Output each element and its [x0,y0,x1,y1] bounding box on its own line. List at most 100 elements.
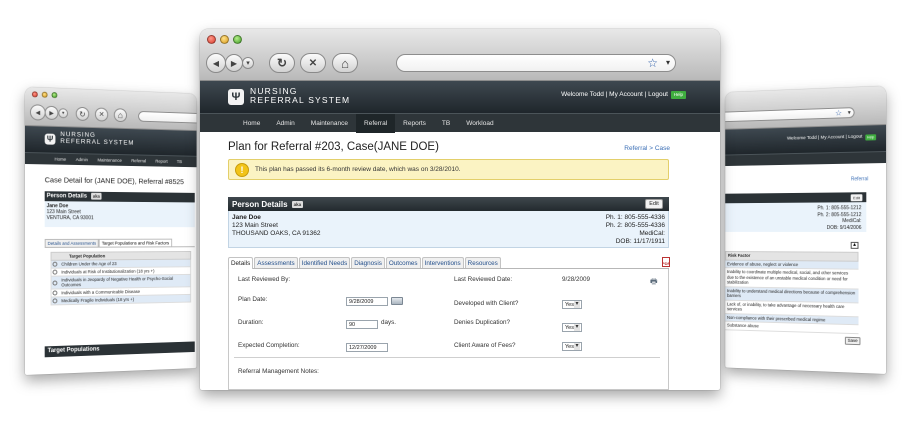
url-bar[interactable]: ☆ ▾ [396,54,676,72]
main-browser-toolbar: ◀ ▶ ▾ ↻ ✕ ⌂ ☆ ▾ [200,29,720,81]
radio-icon[interactable] [52,280,58,286]
form-divider [234,357,660,358]
tab-identified-needs[interactable]: Identified Needs [298,257,351,268]
forward-icon[interactable]: ▶ [225,54,243,72]
collapse-icon[interactable]: ▲ [850,241,859,249]
url-dropdown-icon[interactable]: ▾ [848,109,851,116]
right-site-header: Welcome Todd | My Account | Logout Help [725,125,886,155]
reload-icon[interactable]: ↻ [269,53,295,73]
risk-row[interactable]: Inability to coordinate multiple medical… [725,268,859,290]
aka-badge[interactable]: aka [291,200,304,208]
left-site-header: Ψ Nursing Referral System [25,126,197,156]
denies-duplication-select[interactable]: Yes [562,323,582,332]
home-icon[interactable]: ⌂ [113,108,127,123]
page-title: Case Detail for (JANE DOE), Referral #85… [44,175,184,187]
tab-outcomes[interactable]: Outcomes [385,257,421,268]
dob: DOB: 11/17/1911 [615,238,665,245]
url-bar[interactable] [138,110,197,124]
breadcrumb[interactable]: Referral [851,176,868,182]
radio-icon[interactable] [52,290,58,296]
maximize-dot-icon[interactable] [51,92,58,99]
minimize-dot-icon[interactable] [220,35,229,44]
bookmark-star-icon[interactable]: ☆ [835,109,842,118]
calendar-icon[interactable] [391,297,403,305]
stop-icon[interactable]: ✕ [300,53,326,73]
nav-maintenance[interactable]: Maintenance [93,154,127,166]
help-button[interactable]: Help [865,134,877,141]
target-row[interactable]: Medically Fragile Individuals (18 yrs +) [50,294,192,306]
target-label: Individuals with a Communicable Disease [61,289,141,296]
tab-resources[interactable]: Resources [464,257,501,268]
maximize-dot-icon[interactable] [233,35,242,44]
pdf-icon[interactable]: PDF [662,257,670,267]
help-button[interactable]: Help [670,91,686,99]
expected-completion-input[interactable]: 12/27/2009 [346,343,388,352]
expected-completion-label: Expected Completion: [238,342,300,349]
close-dot-icon[interactable] [207,35,216,44]
nav-admin[interactable]: Admin [268,114,302,133]
tab-diagnosis[interactable]: Diagnosis [351,257,385,268]
client-aware-of-fees-select[interactable]: Yes [562,342,582,351]
breadcrumb[interactable]: Referral > Case [624,145,670,152]
reload-icon[interactable]: ↻ [75,106,90,122]
plan-date-input[interactable]: 9/28/2009 [346,297,388,306]
nav-referral[interactable]: Referral [127,155,151,167]
tab-details-assessments[interactable]: Details and Assessments [44,238,99,247]
logout-link[interactable]: Logout [848,135,862,140]
separator: | [845,135,847,141]
radio-icon[interactable] [52,261,58,267]
save-button[interactable]: Save [844,336,861,346]
tab-assessments[interactable]: Assessments [254,257,298,268]
history-dropdown-icon[interactable]: ▾ [242,57,254,69]
header-user-links: Welcome Todd | My Account | Logout [787,135,862,142]
my-account-link[interactable]: My Account [609,91,643,98]
print-icon[interactable]: 🖶 [650,276,658,290]
risk-factor-table: Risk Factor Evidence of abuse, neglect o… [725,251,859,334]
stop-icon[interactable]: ✕ [94,107,109,122]
developed-with-client-select[interactable]: Yes [562,300,582,309]
header-user-links: Welcome Todd | My Account | Logout [561,91,668,98]
nav-referral[interactable]: Referral [356,113,396,133]
forward-icon[interactable]: ▶ [44,105,59,121]
close-dot-icon[interactable] [31,91,38,98]
last-reviewed-by-label: Last Reviewed By: [238,276,291,283]
minimize-dot-icon[interactable] [41,91,48,98]
main-content: Plan for Referral #203, Case(JANE DOE) R… [200,132,720,390]
nav-maintenance[interactable]: Maintenance [303,114,356,133]
duration-input[interactable]: 90 [346,320,378,329]
tab-target-populations[interactable]: Target Populations and Risk Factors [98,238,172,247]
duration-unit: days. [381,319,397,326]
welcome-text: Welcome Todd [786,135,817,142]
nav-workload[interactable]: Workload [458,114,501,133]
nav-reports[interactable]: Reports [395,114,434,133]
nav-tb[interactable]: TB [434,114,458,133]
nav-home[interactable]: Home [25,153,71,166]
separator: | [644,91,647,98]
tab-details[interactable]: Details [228,257,254,269]
nav-admin[interactable]: Admin [71,154,93,166]
separator: | [818,135,820,141]
bookmark-star-icon[interactable]: ☆ [647,56,658,70]
logout-link[interactable]: Logout [648,91,668,98]
radio-icon[interactable] [52,269,58,275]
person-details-header: Person Details aka Edit [228,197,669,211]
developed-with-client-label: Developed with Client? [454,300,519,307]
back-icon[interactable]: ◀ [29,104,46,121]
edit-button[interactable]: Edit [645,199,663,209]
home-icon[interactable]: ⌂ [332,53,358,73]
plan-tabs: Details Assessments Identified Needs Dia… [228,257,669,269]
nav-home[interactable]: Home [235,114,268,133]
my-account-link[interactable]: My Account [820,135,844,141]
history-dropdown-icon[interactable]: ▾ [58,108,69,119]
brand: Nursing Referral System [250,87,350,105]
edit-button[interactable]: Edit [850,194,863,202]
url-dropdown-icon[interactable]: ▾ [666,58,670,67]
nav-report[interactable]: Report [151,155,173,167]
tab-interventions[interactable]: Interventions [421,257,464,268]
radio-icon[interactable] [52,298,58,304]
url-bar[interactable]: ☆ ▾ [725,107,855,123]
back-icon[interactable]: ◀ [206,53,226,73]
nav-tb[interactable]: TB [172,156,186,168]
warning-icon: ! [235,162,249,177]
aka-badge: aka [90,192,102,200]
